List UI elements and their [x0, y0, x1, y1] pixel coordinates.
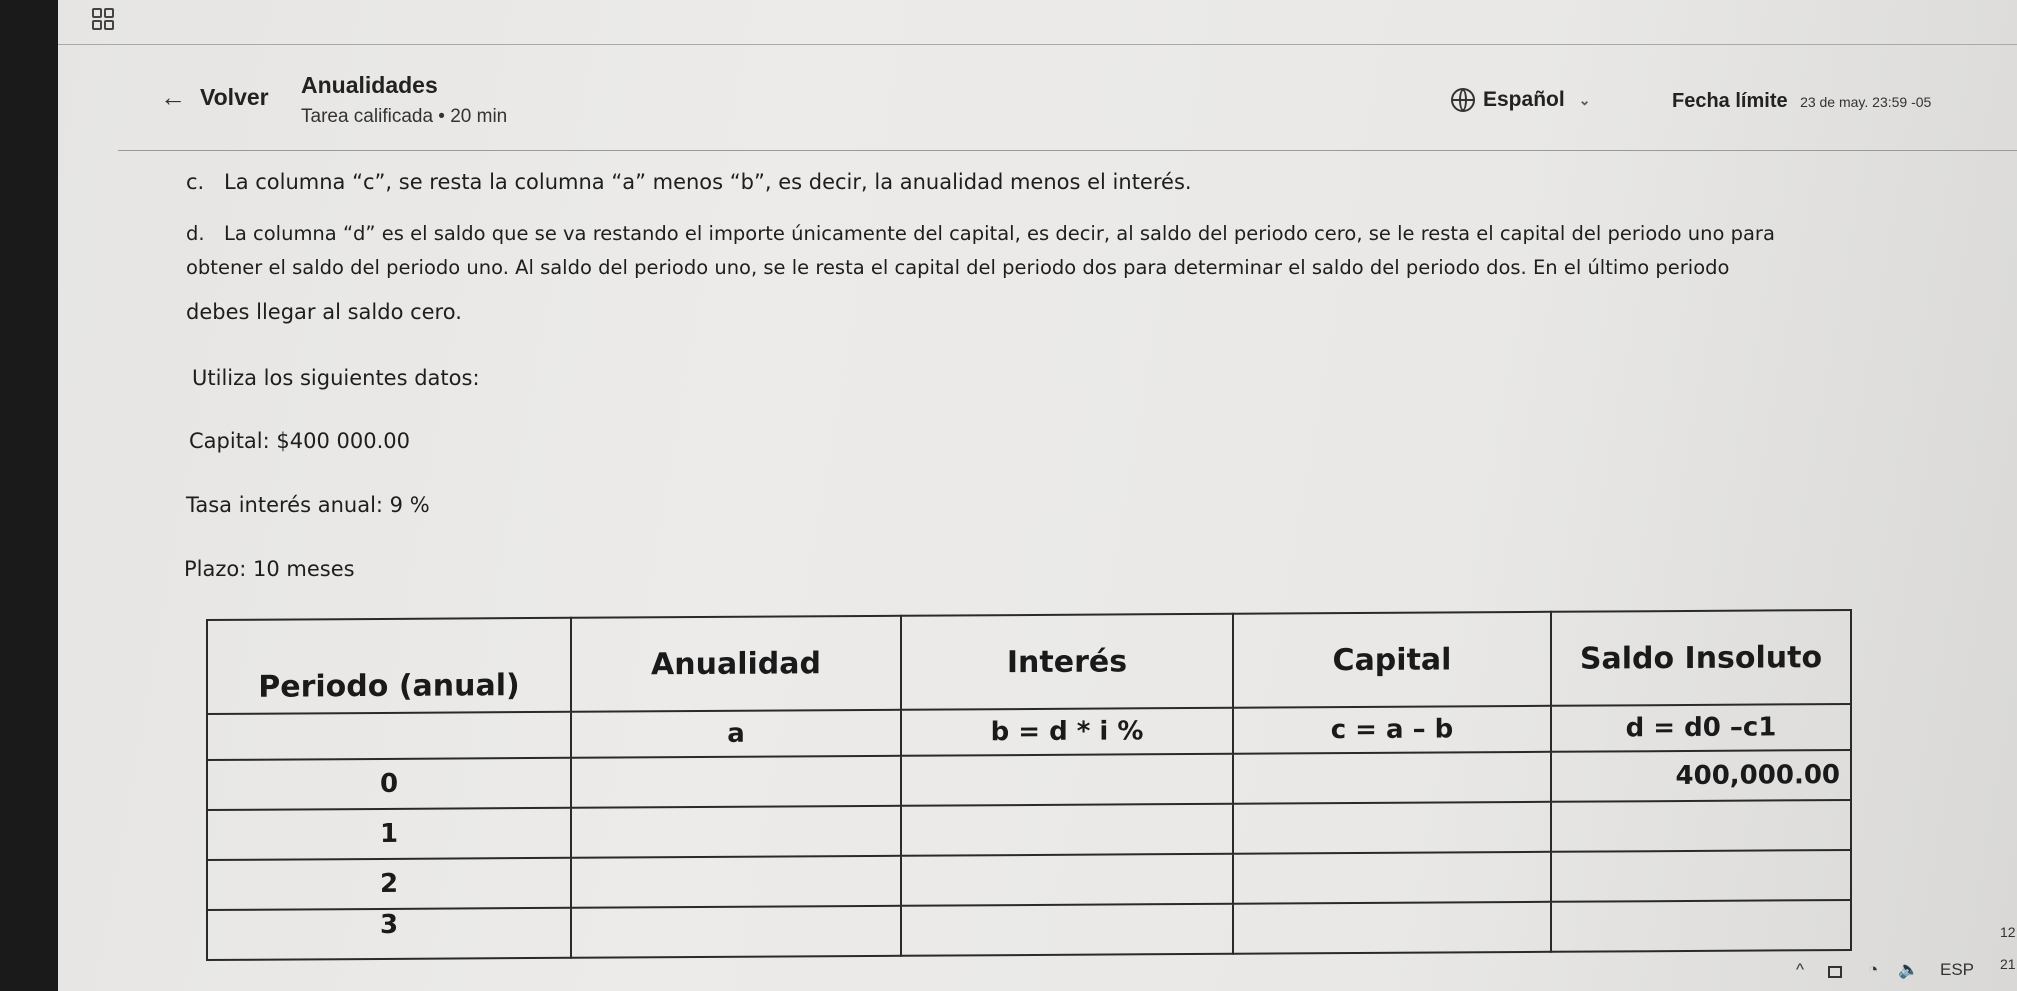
annuity-cell[interactable]: [571, 905, 901, 958]
formula-interest: b = d * i %: [990, 716, 1144, 748]
period-value: 3: [379, 909, 399, 940]
balance-cell[interactable]: [1551, 899, 1851, 952]
header-annuity: Anualidad: [651, 645, 821, 682]
formula-cell: c = a – b: [1233, 705, 1551, 754]
interest-cell[interactable]: [901, 803, 1233, 856]
period-value: 0: [379, 768, 399, 799]
data-intro: Utiliza los siguientes datos:: [192, 366, 480, 390]
balance-cell[interactable]: [1551, 799, 1851, 852]
header-capital: Capital: [1332, 641, 1452, 678]
chevron-down-icon: ⌄: [1578, 91, 1591, 108]
formula-cell: d = d0 –c1: [1551, 703, 1851, 752]
clock-time[interactable]: 12: [2000, 924, 2016, 940]
header-cell: Anualidad: [571, 615, 901, 712]
formula-cell: a: [571, 709, 901, 758]
item-text: La columna “c”, se resta la columna “a” …: [224, 170, 1192, 194]
initial-balance: 400,000.00: [1675, 760, 1840, 792]
instruction-item-d-line3: debes llegar al saldo cero.: [186, 300, 462, 324]
table-header-row: Periodo (anual) Anualidad Interés Capita…: [207, 609, 1851, 715]
header-cell: Capital: [1233, 611, 1551, 708]
item-text: La columna “d” es el saldo que se va res…: [224, 222, 1775, 245]
formula-cell: b = d * i %: [901, 707, 1233, 756]
interest-cell[interactable]: [901, 903, 1233, 956]
header-cell: Interés: [901, 613, 1233, 710]
capital-value: Capital: $400 000.00: [189, 429, 410, 453]
instruction-item-d-line2: obtener el saldo del periodo uno. Al sal…: [186, 256, 1730, 279]
header-divider: [118, 150, 2017, 151]
input-language[interactable]: ESP: [1940, 960, 1974, 980]
app-grid-icon[interactable]: [92, 8, 114, 30]
screen: ← Volver Anualidades Tarea calificada • …: [58, 0, 2017, 991]
deadline-label: Fecha límite: [1672, 90, 1788, 112]
annuity-cell[interactable]: [571, 755, 901, 808]
formula-cell: [207, 711, 571, 761]
period-cell: 0: [207, 757, 571, 811]
capital-cell[interactable]: [1233, 751, 1551, 804]
deadline-value: 23 de may. 23:59 -05: [1800, 94, 1932, 110]
period-cell: 3: [207, 907, 571, 961]
formula-annuity: a: [727, 718, 745, 749]
period-cell: 1: [207, 807, 571, 861]
capital-cell[interactable]: [1233, 851, 1551, 904]
annuity-cell[interactable]: [571, 855, 901, 908]
formula-capital: c = a – b: [1330, 714, 1454, 746]
arrow-left-icon: ←: [160, 82, 186, 112]
item-letter: d.: [186, 222, 205, 245]
deadline: Fecha límite 23 de may. 23:59 -05: [1672, 90, 1931, 113]
balance-cell[interactable]: [1551, 849, 1851, 902]
tray-chevron-icon[interactable]: ^: [1796, 960, 1804, 980]
clock-date[interactable]: 21: [2000, 956, 2016, 972]
period-cell: 2: [207, 857, 571, 911]
amortization-table: Periodo (anual) Anualidad Interés Capita…: [206, 609, 1852, 961]
volume-icon[interactable]: 🔈: [1898, 960, 1919, 980]
capital-cell[interactable]: [1233, 801, 1551, 854]
battery-icon[interactable]: [1828, 966, 1842, 978]
assignment-subtitle: Tarea calificada • 20 min: [301, 106, 508, 127]
header-balance: Saldo Insoluto: [1579, 639, 1823, 677]
wifi-icon[interactable]: ◔: [1868, 960, 1878, 980]
interest-cell[interactable]: [901, 753, 1233, 806]
interest-cell[interactable]: [901, 853, 1233, 906]
instruction-item-c: c. La columna “c”, se resta la columna “a…: [186, 170, 1192, 194]
globe-icon: [1451, 88, 1475, 112]
assignment-header: ← Volver Anualidades Tarea calificada • …: [58, 70, 2017, 150]
header-cell: Periodo (anual): [207, 617, 571, 715]
language-selector[interactable]: Español ⌄: [1451, 88, 1590, 112]
back-button[interactable]: ← Volver: [160, 82, 269, 113]
header-cell: Saldo Insoluto: [1551, 609, 1851, 706]
rate-value: Tasa interés anual: 9 %: [186, 493, 430, 517]
period-value: 2: [379, 868, 399, 899]
header-period: Periodo (anual): [258, 668, 520, 705]
formula-balance: d = d0 –c1: [1625, 712, 1777, 744]
balance-cell: 400,000.00: [1551, 749, 1851, 802]
annuity-cell[interactable]: [571, 805, 901, 858]
header-interest: Interés: [1006, 643, 1128, 680]
term-value: Plazo: 10 meses: [184, 557, 355, 581]
capital-cell[interactable]: [1233, 901, 1551, 954]
period-value: 1: [379, 818, 399, 849]
title-block: Anualidades Tarea calificada • 20 min: [301, 72, 507, 128]
taskbar: ^ ◔ 🔈 ESP 12 21: [1138, 924, 2017, 991]
instruction-item-d-line1: d. La columna “d” es el saldo que se va r…: [186, 222, 1775, 245]
back-label: Volver: [200, 84, 269, 110]
assignment-title: Anualidades: [301, 72, 438, 98]
item-letter: c.: [186, 170, 205, 194]
top-divider: [58, 44, 2017, 45]
language-label: Español: [1483, 88, 1565, 111]
